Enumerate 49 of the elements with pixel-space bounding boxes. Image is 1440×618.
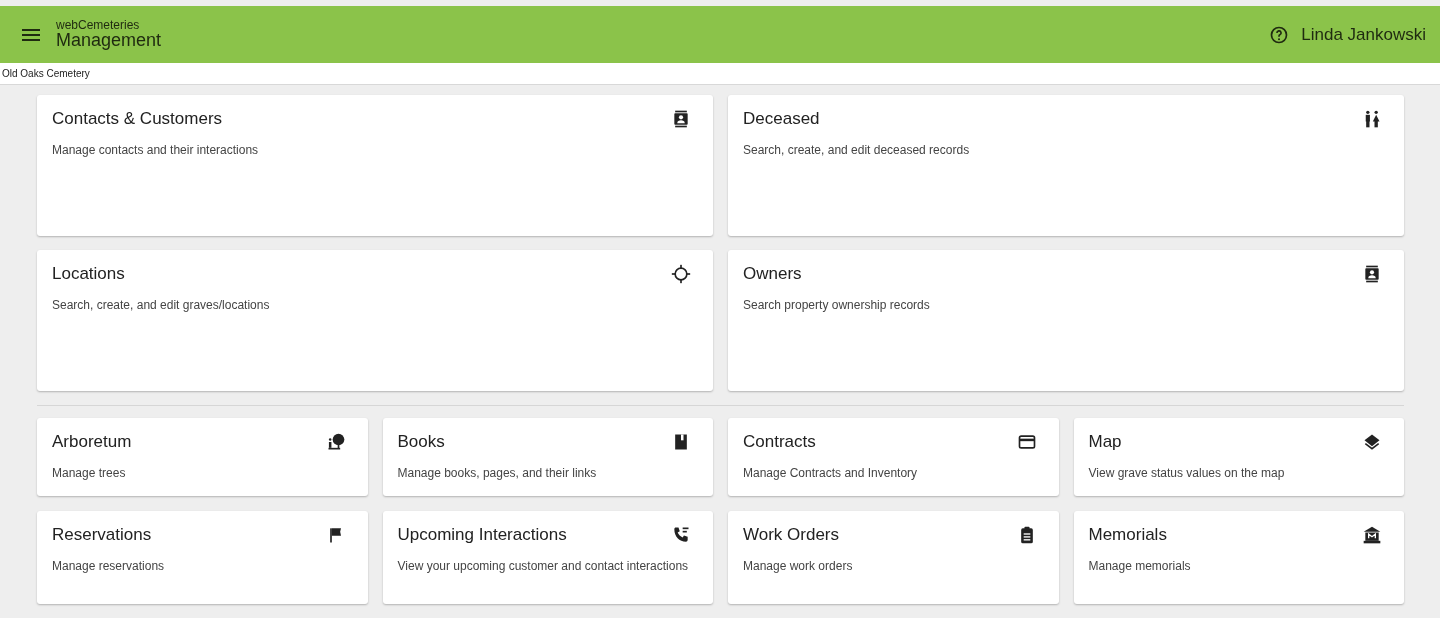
help-icon[interactable] [1269,24,1290,45]
card-description: Manage books, pages, and their links [397,465,598,482]
card-description: View your upcoming customer and contact interactions [397,558,690,575]
card-description: Search, create, and edit graves/locations [52,297,271,314]
app-title: Management [56,31,162,51]
module-card[interactable]: Upcoming Interactions View your upcoming customer and contact interactions [382,511,713,604]
module-card[interactable]: Work Orders Manage work orders [728,511,1059,604]
module-card[interactable]: Contacts & Customers Manage contacts and their interactions [37,95,713,236]
card-description: Search property ownership records [743,297,931,314]
contact-card-icon [671,109,691,129]
module-card[interactable]: Map View grave status values on the map [1073,418,1404,496]
card-title: Upcoming Interactions [397,525,567,545]
card-title: Owners [743,264,802,284]
credit-card-icon [1016,432,1037,452]
card-description: View grave status values on the map [1088,465,1286,482]
card-title: Map [1088,432,1122,452]
module-card[interactable]: Memorials Manage memorials [1073,511,1404,604]
card-description: Manage work orders [743,558,854,575]
menu-icon[interactable] [22,28,40,41]
card-description: Manage reservations [52,558,166,575]
card-title: Memorials [1088,525,1167,545]
card-description: Search, create, and edit deceased records [743,142,971,159]
module-card[interactable]: Deceased Search, create, and edit deceased records [728,95,1404,236]
module-card[interactable]: Reservations Manage reservations [37,511,368,604]
cemetery-name: Old Oaks Cemetery [2,68,90,79]
museum-icon [1362,525,1382,545]
card-description: Manage trees [52,465,127,482]
crosshair-icon [671,264,691,284]
card-title: Books [397,432,445,452]
module-card[interactable]: Locations Search, create, and edit graves/locations [37,250,713,391]
card-title: Reservations [52,525,152,545]
card-description: Manage contacts and their interactions [52,142,260,159]
card-title: Contracts [743,432,816,452]
module-card[interactable]: Owners Search property ownership records [728,250,1404,391]
module-card[interactable]: Books Manage books, pages, and their links [382,418,713,496]
card-title: Contacts & Customers [52,109,223,129]
module-card[interactable]: Contracts Manage Contracts and Inventory [728,418,1059,496]
module-card[interactable]: Arboretum Manage trees [37,418,368,496]
card-title: Arboretum [52,432,132,452]
card-title: Deceased [743,109,820,129]
card-description: Manage Contracts and Inventory [743,465,919,482]
contact-card-icon [1362,264,1382,284]
card-title: Work Orders [743,525,840,545]
app-name: webCemeteries [56,18,141,32]
user-name[interactable]: Linda Jankowski [1301,24,1426,45]
card-description: Manage memorials [1088,558,1192,575]
card-title: Locations [52,264,125,284]
layers-icon [1362,432,1382,452]
phone-icon [671,525,691,545]
